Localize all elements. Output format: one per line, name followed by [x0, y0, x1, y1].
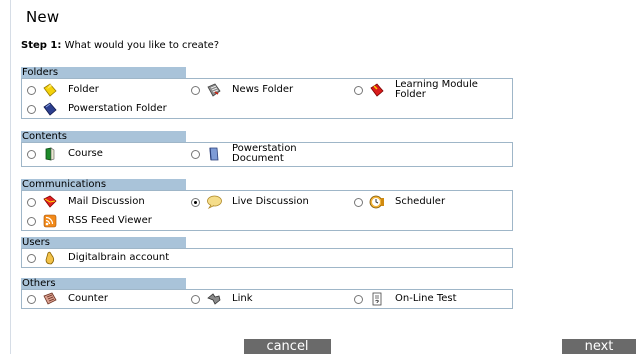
radio-digitalbrain-account[interactable]	[27, 253, 36, 263]
option-label: Powerstation Document	[232, 143, 297, 164]
step-question: What would you like to create?	[64, 40, 220, 51]
option-link[interactable]: Link	[191, 291, 252, 307]
option-scheduler[interactable]: Scheduler	[354, 194, 445, 210]
counter-icon	[43, 292, 57, 305]
left-border-line	[10, 0, 11, 354]
section-header-contents: Contents	[21, 131, 186, 142]
section-box-folders: Folder News Folder Learning Module Folde…	[21, 78, 513, 119]
section-header-users: Users	[21, 237, 186, 248]
powerstation-document-icon	[209, 147, 219, 161]
option-label: Digitalbrain account	[68, 252, 170, 263]
radio-rss-feed-viewer[interactable]	[27, 216, 36, 226]
option-label: Counter	[68, 293, 108, 304]
option-label: Live Discussion	[232, 196, 309, 207]
learning-module-folder-icon	[370, 83, 384, 97]
section-header-folders: Folders	[21, 67, 186, 78]
online-test-icon	[372, 292, 382, 306]
radio-mail-discussion[interactable]	[27, 197, 36, 207]
section-box-contents: Course Powerstation Document	[21, 142, 513, 167]
radio-folder[interactable]	[27, 85, 36, 95]
radio-powerstation-document[interactable]	[191, 149, 200, 159]
option-mail-discussion[interactable]: Mail Discussion	[27, 194, 145, 210]
radio-scheduler[interactable]	[354, 197, 363, 207]
option-folder[interactable]: Folder	[27, 82, 99, 98]
option-label: Scheduler	[395, 196, 446, 207]
option-counter[interactable]: Counter	[27, 291, 108, 307]
option-label: Mail Discussion	[68, 196, 145, 207]
option-course[interactable]: Course	[27, 146, 103, 162]
option-label: Course	[68, 148, 103, 159]
option-label: Link	[232, 293, 253, 304]
option-online-test[interactable]: On-Line Test	[354, 291, 457, 307]
option-label: RSS Feed Viewer	[68, 215, 152, 226]
section-header-communications: Communications	[21, 179, 186, 190]
option-learning-module-folder[interactable]: Learning Module Folder	[354, 79, 495, 100]
option-powerstation-folder[interactable]: Powerstation Folder	[27, 101, 167, 117]
section-box-others: Counter Link On-Line Test	[21, 289, 513, 309]
radio-link[interactable]	[191, 294, 200, 304]
step-instruction: Step 1: What would you like to create?	[21, 40, 219, 51]
section-header-others: Others	[21, 278, 186, 289]
step-label: Step 1:	[21, 40, 62, 51]
live-discussion-icon	[207, 195, 222, 209]
option-label: Learning Module Folder	[395, 79, 478, 100]
radio-online-test[interactable]	[354, 294, 363, 304]
cancel-button[interactable]: cancel	[244, 339, 331, 354]
rss-feed-icon	[43, 214, 57, 228]
option-label: Folder	[68, 84, 99, 95]
mail-discussion-icon	[43, 195, 57, 208]
option-label: News Folder	[232, 84, 294, 95]
option-live-discussion[interactable]: Live Discussion	[191, 194, 309, 210]
folder-icon	[43, 83, 57, 97]
radio-powerstation-folder[interactable]	[27, 104, 36, 114]
news-folder-icon	[207, 83, 221, 97]
option-rss-feed-viewer[interactable]: RSS Feed Viewer	[27, 213, 152, 229]
option-digitalbrain-account[interactable]: Digitalbrain account	[27, 250, 169, 266]
option-news-folder[interactable]: News Folder	[191, 82, 293, 98]
page-title: New	[26, 8, 60, 26]
option-label: On-Line Test	[395, 293, 457, 304]
radio-news-folder[interactable]	[191, 85, 200, 95]
radio-counter[interactable]	[27, 294, 36, 304]
radio-live-discussion[interactable]	[191, 197, 200, 207]
link-icon	[207, 293, 221, 305]
option-powerstation-document[interactable]: Powerstation Document	[191, 143, 332, 164]
powerstation-folder-icon	[43, 102, 57, 116]
radio-course[interactable]	[27, 149, 36, 159]
radio-learning-module-folder[interactable]	[354, 85, 363, 95]
option-label: Powerstation Folder	[68, 103, 167, 114]
section-box-users: Digitalbrain account	[21, 248, 513, 268]
course-icon	[45, 147, 55, 161]
section-box-communications: Mail Discussion Live Discussion Schedule…	[21, 190, 513, 231]
user-account-icon	[45, 251, 55, 265]
next-button[interactable]: next	[562, 339, 636, 354]
scheduler-icon	[369, 195, 384, 209]
